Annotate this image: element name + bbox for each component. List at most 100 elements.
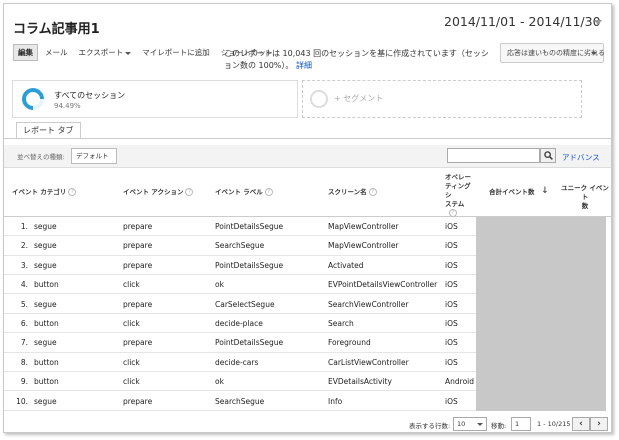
help-icon[interactable]: ? [68,188,77,196]
cell-event-action[interactable]: click [123,358,140,367]
cell-screen-name[interactable]: CarListViewController [328,358,409,367]
page-title: コラム記事用1 [13,22,100,37]
page-range-text: 1 - 10/215 [537,420,571,428]
cell-operating-system[interactable]: iOS [445,338,458,347]
cell-screen-name[interactable]: Foreground [328,338,371,347]
cell-event-category[interactable]: segue [34,338,57,347]
sort-type-select[interactable]: デフォルト [71,148,117,172]
edit-button[interactable]: 編集 [13,44,38,61]
cell-event-label[interactable]: PointDetailsSegue [215,222,283,231]
table-row[interactable]: 5. segue prepare CarSelectSegue SearchViewCo… [4,295,476,314]
cell-event-category[interactable]: button [34,358,59,367]
next-page-button[interactable]: › [590,417,608,431]
precision-select[interactable]: 応答は速いものの精度に劣れる [500,43,605,63]
cell-event-label[interactable]: PointDetailsSegue [215,338,283,347]
cell-event-category[interactable]: button [34,377,59,386]
cell-event-action[interactable]: click [123,319,140,328]
help-icon[interactable]: ? [449,209,457,217]
cell-operating-system[interactable]: Android [445,377,474,386]
table-row[interactable]: 10. segue prepare SearchSegue Info iOS [4,392,476,411]
table-search-input[interactable] [447,148,540,163]
table-row[interactable]: 2. segue prepare SearchSegue MapViewControll… [4,236,476,256]
report-window: コラム記事用1 2014/11/01 - 2014/11/30 編集 メール エ… [3,3,612,433]
cell-event-action[interactable]: prepare [123,338,152,347]
cell-screen-name[interactable]: SearchViewController [328,300,408,309]
advanced-filter-link[interactable]: アドバンス [562,152,600,163]
cell-event-category[interactable]: segue [34,241,57,250]
tab-report[interactable]: レポート タブ [16,122,81,139]
cell-event-action[interactable]: click [123,377,140,386]
cell-event-action[interactable]: prepare [123,300,152,309]
help-icon[interactable]: ? [185,188,194,196]
prev-page-button[interactable]: ‹ [572,417,590,431]
cell-event-category[interactable]: button [34,280,59,289]
cell-operating-system[interactable]: iOS [445,241,458,250]
col-event-category[interactable]: イベント カテゴリ? [12,188,77,197]
cell-operating-system[interactable]: iOS [445,358,458,367]
help-icon[interactable]: ? [368,188,377,196]
cell-event-action[interactable]: prepare [123,397,152,406]
table-row[interactable]: 3. segue prepare PointDetailsSegue Activated… [4,256,476,276]
cell-row-number: 2. [20,241,28,251]
cell-screen-name[interactable]: MapViewController [328,241,399,250]
col-total-events[interactable]: 合計イベント数 [489,188,535,197]
empty-segment-ring-icon [310,90,328,108]
cell-operating-system[interactable]: iOS [445,397,458,406]
col-event-action[interactable]: イベント アクション? [123,188,194,197]
table-row[interactable]: 1. segue prepare PointDetailsSegue MapViewCo… [4,217,476,237]
cell-operating-system[interactable]: iOS [445,261,458,270]
cell-event-label[interactable]: decide-place [215,319,263,328]
sort-desc-arrow-icon[interactable]: ↓ [541,187,549,196]
cell-event-category[interactable]: segue [34,300,57,309]
col-event-label[interactable]: イベント ラベル? [215,188,273,197]
cell-screen-name[interactable]: MapViewController [328,222,399,231]
table-row[interactable]: 7. segue prepare PointDetailsSegue Foregroun… [4,333,476,353]
cell-event-category[interactable]: button [34,319,59,328]
help-icon[interactable]: ? [264,188,273,196]
date-range-picker[interactable]: 2014/11/01 - 2014/11/30 [444,14,601,29]
cell-event-action[interactable]: prepare [123,241,152,250]
table-row[interactable]: 8. button click decide-cars CarListViewContr… [4,353,476,373]
rows-per-page-select[interactable]: 10 [453,417,487,431]
email-button[interactable]: メール [41,44,72,61]
cell-operating-system[interactable]: iOS [445,280,458,289]
cell-event-label[interactable]: decide-cars [215,358,258,367]
cell-event-category[interactable]: segue [34,261,57,270]
cell-event-label[interactable]: SearchSegue [215,241,264,250]
col-screen-name[interactable]: スクリーン名? [328,188,377,197]
cell-event-label[interactable]: CarSelectSegue [215,300,275,309]
cell-screen-name[interactable]: Search [328,319,354,328]
cell-operating-system[interactable]: iOS [445,300,458,309]
cell-event-action[interactable]: prepare [123,261,152,270]
cell-screen-name[interactable]: Activated [328,261,364,270]
cell-screen-name[interactable]: EVPointDetailsViewController [328,280,437,289]
chevron-down-icon[interactable] [594,20,602,25]
details-link[interactable]: 詳細 [296,61,312,70]
col-unique-events[interactable]: ユニーク イベント 数 [559,184,611,211]
cell-row-number: 4. [20,280,28,290]
export-button[interactable]: エクスポート [75,44,136,61]
cell-event-label[interactable]: PointDetailsSegue [215,261,283,270]
cell-screen-name[interactable]: Info [328,397,342,406]
caret-down-icon [125,51,132,55]
cell-event-action[interactable]: prepare [123,222,152,231]
cell-event-label[interactable]: SearchSegue [215,397,264,406]
cell-event-action[interactable]: click [123,280,140,289]
cell-event-category[interactable]: segue [34,397,57,406]
sort-type-label: 並べ替えの種類: [17,153,65,161]
cell-operating-system[interactable]: iOS [445,222,458,231]
search-button[interactable] [540,148,556,163]
col-unique-events-label-line1: ユニーク イベント [561,184,609,201]
table-row[interactable]: 9. button click ok EVDetailsActivity Android [4,372,476,392]
table-row[interactable]: 6. button click decide-place Search iOS [4,314,476,334]
cell-screen-name[interactable]: EVDetailsActivity [328,377,392,386]
cell-event-label[interactable]: ok [215,280,224,289]
cell-operating-system[interactable]: iOS [445,319,458,328]
cell-event-category[interactable]: segue [34,222,57,231]
sort-type-value: デフォルト [76,152,109,160]
goto-page-input[interactable]: 1 [511,417,531,431]
col-operating-system[interactable]: オペレー ティング シ ステム ? [445,173,479,218]
table-row[interactable]: 4. button click ok EVPointDetailsViewControl… [4,275,476,295]
cell-event-label[interactable]: ok [215,377,224,386]
add-to-my-report-button[interactable]: マイレポートに追加 [138,44,214,61]
